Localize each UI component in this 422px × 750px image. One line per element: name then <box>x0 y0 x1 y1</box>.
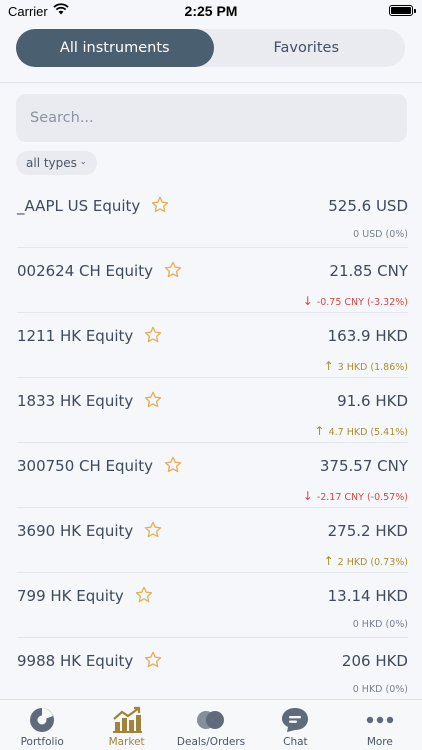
price-change: ↓ -2.17 CNY (-0.57%) <box>303 489 408 503</box>
arrow-down-icon: ↓ <box>302 294 313 308</box>
market-screen: Carrier 2:25 PM All instruments Favorite… <box>0 0 422 750</box>
favorite-star-icon[interactable] <box>143 325 163 345</box>
favorite-star-icon[interactable] <box>163 260 183 280</box>
price-change-value: 4.7 HKD (5.41%) <box>328 427 408 438</box>
instrument-row[interactable]: 799 HK Equity 13.14 HKD 0 HKD (0%) <box>17 573 408 638</box>
price-change-value: -2.17 CNY (-0.57%) <box>316 492 408 503</box>
price-change-value: -0.75 CNY (-3.32%) <box>316 297 408 308</box>
instrument-row[interactable]: 1211 HK Equity 163.9 HKD ↑ 3 HKD (1.86%) <box>17 313 408 378</box>
price-change-value: 0 USD (0%) <box>353 229 408 240</box>
bottom-tab-bar: Portfolio Market Deals/Orders Chat More <box>0 699 422 750</box>
instrument-name: 9988 HK Equity <box>17 652 134 670</box>
price-change: ↑ 3 HKD (1.86%) <box>324 359 408 373</box>
battery-icon <box>389 5 416 16</box>
portfolio-pie-icon <box>26 706 58 734</box>
instrument-row[interactable]: 300750 CH Equity 375.57 CNY ↓ -2.17 CNY (-0… <box>17 443 408 508</box>
instrument-name: 300750 CH Equity <box>17 457 153 475</box>
instrument-list: _AAPL US Equity 525.6 USD 0 USD (0%) 002624… <box>0 183 422 696</box>
instrument-row[interactable]: _AAPL US Equity 525.6 USD 0 USD (0%) <box>17 183 408 248</box>
instrument-name: 3690 HK Equity <box>17 522 134 540</box>
arrow-down-icon: ↓ <box>302 489 313 503</box>
status-bar: Carrier 2:25 PM <box>0 0 422 22</box>
instrument-segmented-control: All instruments Favorites <box>16 29 405 67</box>
instrument-row[interactable]: 9988 HK Equity 206 HKD 0 HKD (0%) <box>17 638 408 696</box>
instrument-row[interactable]: 1833 HK Equity 91.6 HKD ↑ 4.7 HKD (5.41%) <box>17 378 408 443</box>
arrow-up-icon: ↑ <box>323 359 334 373</box>
instrument-price: 275.2 HKD <box>327 522 408 540</box>
chevron-down-icon: ⌄ <box>79 156 87 166</box>
tab-deals-orders[interactable]: Deals/Orders <box>169 700 253 750</box>
price-change: ↑ 4.7 HKD (5.41%) <box>315 424 409 438</box>
price-change: ↑ 2 HKD (0.73%) <box>324 554 408 568</box>
price-change: 0 HKD (0%) <box>353 619 408 630</box>
price-change-value: 3 HKD (1.86%) <box>337 362 408 373</box>
instrument-price: 206 HKD <box>341 652 408 670</box>
instrument-price: 91.6 HKD <box>337 392 408 410</box>
favorite-star-icon[interactable] <box>143 390 163 410</box>
favorite-star-icon[interactable] <box>143 650 163 670</box>
tab-label: Market <box>108 736 145 748</box>
price-change: 0 USD (0%) <box>353 229 408 240</box>
type-filter-label: all types <box>26 156 77 170</box>
price-change-value: 0 HKD (0%) <box>352 619 408 630</box>
arrow-up-icon: ↑ <box>323 554 334 568</box>
tab-chat[interactable]: Chat <box>253 700 337 750</box>
status-time: 2:25 PM <box>184 3 238 19</box>
instrument-row[interactable]: 3690 HK Equity 275.2 HKD ↑ 2 HKD (0.73%) <box>17 508 408 573</box>
instrument-name: 002624 CH Equity <box>17 262 153 280</box>
favorite-star-icon[interactable] <box>163 455 183 475</box>
price-change-value: 0 HKD (0%) <box>352 684 408 695</box>
tab-label: Deals/Orders <box>176 736 246 748</box>
favorite-star-icon[interactable] <box>143 520 163 540</box>
chat-bubble-icon <box>279 706 311 734</box>
more-dots-icon <box>364 706 396 734</box>
instrument-name: 1211 HK Equity <box>17 327 134 345</box>
deals-orders-icon <box>195 706 227 734</box>
price-change: ↓ -0.75 CNY (-3.32%) <box>303 294 408 308</box>
tab-label: More <box>366 736 393 748</box>
tab-more[interactable]: More <box>338 700 422 750</box>
market-chart-icon <box>111 706 143 734</box>
favorite-star-icon[interactable] <box>134 585 154 605</box>
instrument-name: 1833 HK Equity <box>17 392 134 410</box>
search-input[interactable] <box>16 94 407 142</box>
price-change: 0 HKD (0%) <box>353 684 408 695</box>
tab-favorites[interactable]: Favorites <box>208 29 406 67</box>
tab-label: Chat <box>283 736 308 748</box>
instrument-row[interactable]: 002624 CH Equity 21.85 CNY ↓ -0.75 CNY (-3.… <box>17 248 408 313</box>
instrument-price: 13.14 HKD <box>327 587 408 605</box>
header-divider <box>0 82 422 83</box>
instrument-name: _AAPL US Equity <box>17 197 141 215</box>
arrow-up-icon: ↑ <box>314 424 325 438</box>
favorite-star-icon[interactable] <box>150 195 170 215</box>
instrument-price: 163.9 HKD <box>327 327 408 345</box>
type-filter-dropdown[interactable]: all types ⌄ <box>16 151 97 175</box>
tab-market[interactable]: Market <box>84 700 168 750</box>
instrument-price: 21.85 CNY <box>329 262 408 280</box>
price-change-value: 2 HKD (0.73%) <box>337 557 408 568</box>
instrument-name: 799 HK Equity <box>17 587 124 605</box>
tab-portfolio[interactable]: Portfolio <box>0 700 84 750</box>
instrument-price: 525.6 USD <box>328 197 408 215</box>
tab-label: Portfolio <box>20 736 64 748</box>
tab-all-instruments[interactable]: All instruments <box>16 29 214 67</box>
instrument-price: 375.57 CNY <box>319 457 408 475</box>
